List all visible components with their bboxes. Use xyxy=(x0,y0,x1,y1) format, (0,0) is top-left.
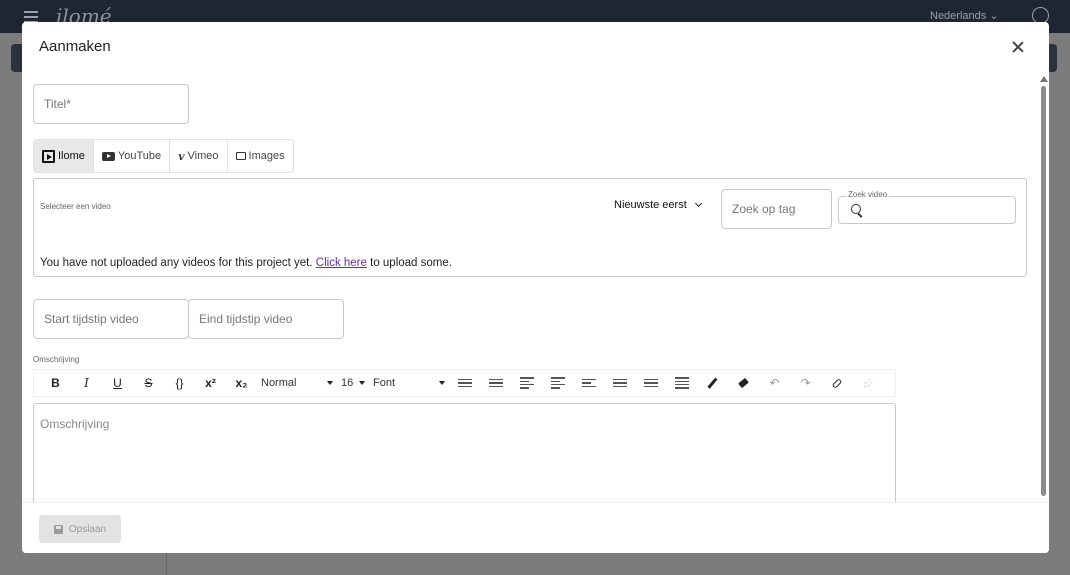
tab-label: Images xyxy=(248,150,285,162)
bullet-list-button[interactable] xyxy=(449,372,480,394)
unlink-icon xyxy=(862,377,873,389)
tab-label: Ilome xyxy=(58,150,85,162)
outdent-icon xyxy=(519,377,534,389)
video-source-tabs: Ilome YouTube v Vimeo Images xyxy=(33,139,294,173)
save-button-label: Opslaan xyxy=(68,523,107,535)
strikethrough-button[interactable]: S xyxy=(133,372,164,394)
empty-message-text: You have not uploaded any videos for thi… xyxy=(40,257,313,269)
brush-icon xyxy=(707,377,718,389)
empty-videos-message: You have not uploaded any videos for thi… xyxy=(40,257,452,269)
remove-link-button[interactable] xyxy=(852,372,883,394)
end-time-field[interactable] xyxy=(188,299,344,339)
indent-icon xyxy=(550,377,565,389)
vimeo-icon: v xyxy=(178,149,185,163)
tag-search-field[interactable] xyxy=(721,189,832,229)
align-center-icon xyxy=(612,379,627,387)
undo-button[interactable]: ↶ xyxy=(759,372,790,394)
title-input[interactable] xyxy=(34,85,188,123)
scroll-up-arrow-icon[interactable] xyxy=(1040,76,1048,82)
search-icon xyxy=(851,204,861,214)
video-picker-panel: Selecteer een video Nieuwste eerst Zoek … xyxy=(33,178,1027,277)
tab-label: Vimeo xyxy=(187,150,219,162)
heading-select[interactable]: Normal xyxy=(257,372,337,394)
caret-down-icon xyxy=(359,381,365,385)
bullet-list-icon xyxy=(457,379,472,387)
align-right-button[interactable] xyxy=(635,372,666,394)
caret-down-icon xyxy=(327,381,333,385)
editor-toolbar: B I U S {} x² x₂ Normal 16 Font ↶ ↷ xyxy=(33,369,896,397)
italic-button[interactable]: I xyxy=(71,372,102,394)
superscript-button[interactable]: x² xyxy=(195,372,226,394)
images-icon xyxy=(235,152,246,160)
description-placeholder: Omschrijving xyxy=(40,417,110,431)
floppy-disk-icon xyxy=(53,524,63,534)
text-color-button[interactable] xyxy=(697,372,728,394)
heading-select-value: Normal xyxy=(261,377,297,389)
code-button[interactable]: {} xyxy=(164,372,195,394)
font-select[interactable]: Font xyxy=(369,372,449,394)
modal-scrollbar[interactable] xyxy=(1039,74,1049,553)
tab-vimeo[interactable]: v Vimeo xyxy=(170,140,228,172)
description-editor[interactable]: Omschrijving xyxy=(33,403,896,502)
font-select-value: Font xyxy=(373,377,396,389)
modal-footer: Opslaan xyxy=(22,502,1049,553)
indent-button[interactable] xyxy=(542,372,573,394)
align-center-button[interactable] xyxy=(604,372,635,394)
empty-message-suffix: to upload some. xyxy=(370,257,452,269)
underline-button[interactable]: U xyxy=(102,372,133,394)
redo-button[interactable]: ↷ xyxy=(790,372,821,394)
chevron-down-icon xyxy=(694,199,702,208)
justify-icon xyxy=(674,377,689,389)
sort-dropdown-value: Nieuwste eerst xyxy=(614,199,687,211)
close-icon[interactable] xyxy=(1010,39,1026,55)
align-left-button[interactable] xyxy=(573,372,604,394)
link-icon xyxy=(831,377,842,389)
save-button[interactable]: Opslaan xyxy=(39,515,121,543)
eraser-icon xyxy=(738,377,749,389)
sort-dropdown[interactable]: Nieuwste eerst xyxy=(614,199,702,211)
start-time-field[interactable] xyxy=(33,299,189,339)
start-time-input[interactable] xyxy=(34,300,188,338)
tab-label: YouTube xyxy=(117,150,162,162)
align-left-icon xyxy=(581,379,596,387)
tab-youtube[interactable]: YouTube xyxy=(94,140,171,172)
modal-title: Aanmaken xyxy=(39,38,111,55)
modal-body: Ilome YouTube v Vimeo Images Selecteer e… xyxy=(22,74,1049,502)
subscript-button[interactable]: x₂ xyxy=(226,372,257,394)
ordered-list-icon xyxy=(488,379,503,387)
tab-ilome[interactable]: Ilome xyxy=(34,140,94,172)
scrollbar-thumb[interactable] xyxy=(1041,86,1046,496)
outdent-button[interactable] xyxy=(511,372,542,394)
font-size-select[interactable]: 16 xyxy=(337,372,369,394)
font-size-value: 16 xyxy=(341,377,354,389)
language-selector[interactable]: Nederlands ⌄ xyxy=(930,9,999,22)
ordered-list-button[interactable] xyxy=(480,372,511,394)
ilome-play-icon xyxy=(42,149,55,163)
tab-images[interactable]: Images xyxy=(228,140,293,172)
upload-link[interactable]: Click here xyxy=(316,257,367,269)
tag-search-input[interactable] xyxy=(722,190,831,228)
description-label: Omschrijving xyxy=(33,355,80,364)
select-video-label: Selecteer een video xyxy=(40,202,111,211)
end-time-input[interactable] xyxy=(189,300,343,338)
video-search-field[interactable]: Zoek video xyxy=(838,190,1016,224)
background-divider xyxy=(166,552,167,575)
clear-format-button[interactable] xyxy=(728,372,759,394)
insert-link-button[interactable] xyxy=(821,372,852,394)
youtube-icon xyxy=(101,151,115,161)
create-modal: Aanmaken Ilome YouTube v Vimeo Images xyxy=(22,22,1049,553)
justify-button[interactable] xyxy=(666,372,697,394)
align-right-icon xyxy=(643,379,658,387)
title-field[interactable] xyxy=(33,84,189,124)
caret-down-icon xyxy=(439,381,445,385)
video-search-input[interactable] xyxy=(867,197,1012,223)
bold-button[interactable]: B xyxy=(40,372,71,394)
